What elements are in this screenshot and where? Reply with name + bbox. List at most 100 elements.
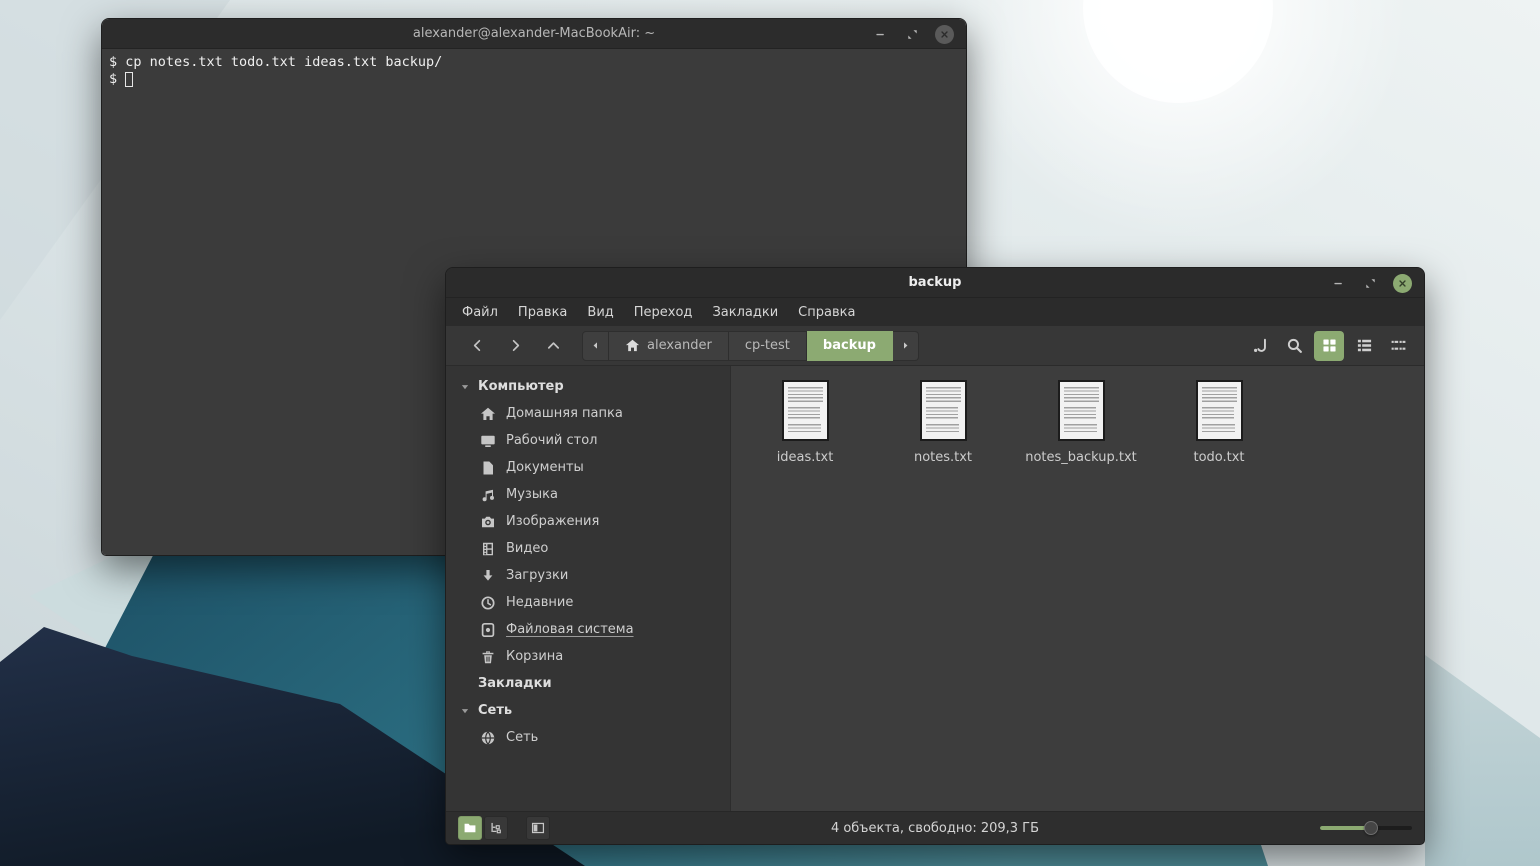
video-icon: [480, 541, 496, 557]
sidebar-header-label: Закладки: [478, 676, 552, 691]
menu-item-5[interactable]: Закладки: [702, 301, 788, 324]
sidebar-item-Музыка[interactable]: Музыка: [446, 481, 730, 508]
list-view-button[interactable]: [1350, 332, 1378, 360]
expander-triangle-icon[interactable]: [460, 382, 470, 392]
menu-item-1[interactable]: Файл: [452, 301, 508, 324]
minimize-icon[interactable]: [871, 25, 889, 43]
sidebar: Компьютер Домашняя папка Рабочий стол Докум…: [446, 366, 731, 811]
file-name: notes_backup.txt: [1025, 450, 1137, 465]
sidebar-item-Рабочий стол[interactable]: Рабочий стол: [446, 427, 730, 454]
menu-item-2[interactable]: Правка: [508, 301, 577, 324]
breadcrumb-label: cp-test: [745, 338, 790, 353]
sidebar-item-Загрузки[interactable]: Загрузки: [446, 562, 730, 589]
breadcrumb-label: alexander: [647, 338, 712, 353]
hide-sidepane-button[interactable]: [526, 816, 550, 840]
file-manager-window: backup ФайлПравкаВидПереходЗакладкиСправ…: [445, 267, 1425, 845]
terminal-text: $ cp notes.txt todo.txt ideas.txt backup…: [109, 54, 442, 71]
sidebar-item-Документы[interactable]: Документы: [446, 454, 730, 481]
text-file-thumbnail: [920, 380, 967, 441]
filesystem-icon: [480, 622, 496, 638]
terminal-cursor: [125, 72, 133, 87]
close-icon[interactable]: [935, 25, 954, 44]
places-toggle-button[interactable]: [458, 816, 482, 840]
zoom-slider[interactable]: [1320, 819, 1412, 837]
breadcrumb-alexander[interactable]: alexander: [609, 331, 729, 361]
edit-location-icon[interactable]: [1246, 332, 1274, 360]
breadcrumb-cp-test[interactable]: cp-test: [729, 331, 807, 361]
file-name: ideas.txt: [777, 450, 834, 465]
file-item-todo.txt[interactable]: todo.txt: [1155, 380, 1283, 465]
document-icon: [480, 460, 496, 476]
sidebar-item-label: Недавние: [506, 595, 573, 610]
search-icon[interactable]: [1280, 332, 1308, 360]
desktop-icon: [480, 433, 496, 449]
home-icon: [480, 406, 496, 422]
sidebar-item-label: Файловая система: [506, 622, 634, 637]
breadcrumb-scroll-right[interactable]: [893, 331, 919, 361]
breadcrumb-backup[interactable]: backup: [807, 331, 893, 361]
terminal-line: $ cp notes.txt todo.txt ideas.txt backup…: [109, 54, 959, 71]
sidebar-item-label: Домашняя папка: [506, 406, 623, 421]
text-file-thumbnail: [1058, 380, 1105, 441]
forward-button[interactable]: [496, 331, 534, 361]
sidebar-header-Закладки: Закладки: [446, 670, 730, 697]
compact-view-button[interactable]: [1384, 332, 1412, 360]
sidebar-item-Файловая система[interactable]: Файловая система: [446, 616, 730, 643]
file-list[interactable]: ideas.txt notes.txt notes_backup.txt todo.t…: [731, 366, 1424, 811]
home-icon: [625, 338, 640, 353]
statusbar: 4 объекта, свободно: 209,3 ГБ: [446, 811, 1424, 844]
sidebar-item-label: Документы: [506, 460, 584, 475]
file-name: notes.txt: [914, 450, 972, 465]
sidebar-item-label: Загрузки: [506, 568, 568, 583]
sidebar-item-Сеть[interactable]: Сеть: [446, 724, 730, 751]
terminal-text: $: [109, 71, 117, 88]
menu-item-6[interactable]: Справка: [788, 301, 865, 324]
menubar: ФайлПравкаВидПереходЗакладкиСправка: [446, 298, 1424, 326]
menu-item-3[interactable]: Вид: [577, 301, 623, 324]
text-file-thumbnail: [782, 380, 829, 441]
sidebar-header-Сеть[interactable]: Сеть: [446, 697, 730, 724]
network-icon: [480, 730, 496, 746]
sidebar-header-label: Сеть: [478, 703, 512, 718]
file-name: todo.txt: [1193, 450, 1244, 465]
music-icon: [480, 487, 496, 503]
file-manager-titlebar[interactable]: backup: [446, 268, 1424, 298]
sidebar-item-label: Сеть: [506, 730, 538, 745]
zoom-slider-handle[interactable]: [1364, 821, 1378, 835]
sidebar-item-Корзина[interactable]: Корзина: [446, 643, 730, 670]
file-item-notes.txt[interactable]: notes.txt: [879, 380, 1007, 465]
close-icon[interactable]: [1393, 274, 1412, 293]
breadcrumb-label: backup: [823, 338, 876, 353]
download-icon: [480, 568, 496, 584]
sidebar-header-Компьютер[interactable]: Компьютер: [446, 373, 730, 400]
sidebar-item-Домашняя папка[interactable]: Домашняя папка: [446, 400, 730, 427]
maximize-icon[interactable]: [1361, 274, 1379, 292]
sidebar-item-label: Изображения: [506, 514, 599, 529]
terminal-title: alexander@alexander-MacBookAir: ~: [102, 26, 966, 41]
sidebar-item-label: Видео: [506, 541, 548, 556]
terminal-titlebar[interactable]: alexander@alexander-MacBookAir: ~: [102, 19, 966, 49]
maximize-icon[interactable]: [903, 25, 921, 43]
sidebar-item-Изображения[interactable]: Изображения: [446, 508, 730, 535]
sidebar-item-Видео[interactable]: Видео: [446, 535, 730, 562]
terminal-line: $: [109, 71, 959, 88]
menu-item-4[interactable]: Переход: [624, 301, 703, 324]
sidebar-item-label: Корзина: [506, 649, 563, 664]
sidebar-item-label: Рабочий стол: [506, 433, 597, 448]
minimize-icon[interactable]: [1329, 274, 1347, 292]
expander-triangle-icon[interactable]: [460, 706, 470, 716]
file-item-ideas.txt[interactable]: ideas.txt: [741, 380, 869, 465]
status-text: 4 объекта, свободно: 209,3 ГБ: [446, 821, 1424, 836]
breadcrumb-scroll-left[interactable]: [582, 331, 609, 361]
grid-view-button[interactable]: [1314, 331, 1344, 361]
treeview-toggle-button[interactable]: [484, 816, 508, 840]
image-icon: [480, 514, 496, 530]
sidebar-item-Недавние[interactable]: Недавние: [446, 589, 730, 616]
recent-icon: [480, 595, 496, 611]
sidebar-header-label: Компьютер: [478, 379, 564, 394]
up-button[interactable]: [534, 331, 572, 361]
file-item-notes_backup.txt[interactable]: notes_backup.txt: [1017, 380, 1145, 465]
file-manager-title: backup: [446, 275, 1424, 290]
toolbar: alexander cp-test backup: [446, 326, 1424, 366]
back-button[interactable]: [458, 331, 496, 361]
